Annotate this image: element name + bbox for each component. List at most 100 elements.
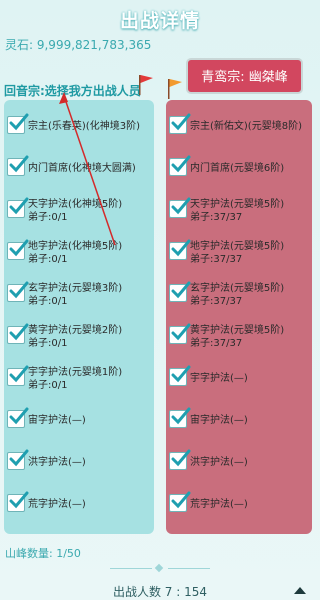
enemy-member-row[interactable]: 天字护法(元婴境5阶) 弟子:37/37 xyxy=(166,194,312,234)
enemy-member-row[interactable]: 宙字护法(—) xyxy=(166,404,312,444)
disciple-count: 弟子:0/1 xyxy=(28,380,68,391)
checkmark-icon xyxy=(171,281,191,299)
checkbox[interactable] xyxy=(169,323,191,344)
checkbox[interactable] xyxy=(7,365,29,386)
checkmark-icon xyxy=(9,365,29,383)
member-title: 宇字护法(—) xyxy=(190,373,248,384)
checkbox[interactable] xyxy=(169,239,191,260)
checkbox[interactable] xyxy=(169,491,191,512)
checkmark-icon xyxy=(9,113,29,131)
checkmark-icon xyxy=(9,323,29,341)
checkbox[interactable] xyxy=(7,113,29,134)
our-member-row-label: 天字护法(化神境5阶) 弟子:0/1 xyxy=(28,198,122,224)
checkbox[interactable] xyxy=(7,281,29,302)
enemy-member-row[interactable]: 洪字护法(—) xyxy=(166,446,312,486)
checkbox[interactable] xyxy=(7,449,29,470)
our-member-row-label: 地字护法(化神境5阶) 弟子:0/1 xyxy=(28,240,122,266)
attendee-count: 出战人数 7 : 154 xyxy=(112,585,208,599)
enemy-member-row[interactable]: 地字护法(元婴境5阶) 弟子:37/37 xyxy=(166,236,312,276)
checkbox[interactable] xyxy=(169,155,191,176)
checkbox[interactable] xyxy=(7,239,29,260)
our-member-row[interactable]: 荒字护法(—) xyxy=(4,488,154,528)
enemy-member-row-label: 地字护法(元婴境5阶) 弟子:37/37 xyxy=(190,240,284,266)
enemy-member-row[interactable]: 内门首席(元婴境6阶) xyxy=(166,152,312,192)
checkmark-icon xyxy=(171,449,191,467)
enemy-member-row[interactable]: 宇字护法(—) xyxy=(166,362,312,402)
chevron-up-icon[interactable] xyxy=(293,585,307,595)
our-member-row-label: 洪字护法(—) xyxy=(28,456,86,469)
checkmark-icon xyxy=(171,491,191,509)
member-title: 宙字护法(—) xyxy=(28,415,86,426)
our-member-row[interactable]: 洪字护法(—) xyxy=(4,446,154,486)
checkmark-icon xyxy=(171,323,191,341)
spirit-stone-balance: 灵石: 9,999,821,783,365 xyxy=(5,38,152,52)
member-title: 天字护法(化神境5阶) xyxy=(28,199,123,210)
our-member-row[interactable]: 宗主(乐春英)(化神境3阶) xyxy=(4,110,154,150)
member-title: 内门首席(元婴境6阶) xyxy=(190,163,285,174)
checkbox[interactable] xyxy=(169,449,191,470)
our-member-row-label: 黄字护法(元婴境2阶) 弟子:0/1 xyxy=(28,324,122,350)
enemy-member-row[interactable]: 宗主(新佑文)(元婴境8阶) xyxy=(166,110,312,150)
disciple-count: 弟子:37/37 xyxy=(190,212,243,223)
divider xyxy=(110,563,210,573)
checkmark-icon xyxy=(9,449,29,467)
our-member-row-label: 宇字护法(元婴境1阶) 弟子:0/1 xyxy=(28,366,122,392)
enemy-member-row-label: 洪字护法(—) xyxy=(190,456,248,469)
enemy-sect-banner: 青鸾宗: 幽桀峰 xyxy=(186,58,303,94)
enemy-member-row-label: 天字护法(元婴境5阶) 弟子:37/37 xyxy=(190,198,284,224)
checkbox[interactable] xyxy=(169,197,191,218)
checkbox[interactable] xyxy=(7,197,29,218)
member-title: 地字护法(元婴境5阶) xyxy=(190,241,285,252)
member-title: 内门首席(化神境大圆满) xyxy=(28,163,136,174)
our-member-row[interactable]: 黄字护法(元婴境2阶) 弟子:0/1 xyxy=(4,320,154,360)
enemy-member-row-label: 黄字护法(元婴境5阶) 弟子:37/37 xyxy=(190,324,284,350)
our-member-row[interactable]: 玄字护法(元婴境3阶) 弟子:0/1 xyxy=(4,278,154,318)
our-member-row[interactable]: 内门首席(化神境大圆满) xyxy=(4,152,154,192)
checkbox[interactable] xyxy=(7,491,29,512)
member-title: 黄字护法(元婴境5阶) xyxy=(190,325,285,336)
enemy-member-row[interactable]: 荒字护法(—) xyxy=(166,488,312,528)
our-member-row[interactable]: 宙字护法(—) xyxy=(4,404,154,444)
member-title: 玄字护法(元婴境5阶) xyxy=(190,283,285,294)
enemy-member-row-label: 内门首席(元婴境6阶) xyxy=(190,162,284,175)
member-title: 宙字护法(—) xyxy=(190,415,248,426)
enemy-member-row[interactable]: 玄字护法(元婴境5阶) 弟子:37/37 xyxy=(166,278,312,318)
orange-flag-icon xyxy=(168,79,182,99)
enemy-roster-panel: 宗主(新佑文)(元婴境8阶) 内门首席(元婴境6阶) 天字护法(元婴境5阶) 弟子:3… xyxy=(166,100,312,534)
checkmark-icon xyxy=(9,155,29,173)
member-title: 宗主(乐春英)(化神境3阶) xyxy=(28,121,140,132)
our-sect-label: 回音宗:选择我方出战人员 xyxy=(4,84,141,98)
our-member-row[interactable]: 地字护法(化神境5阶) 弟子:0/1 xyxy=(4,236,154,276)
checkmark-icon xyxy=(171,239,191,257)
our-member-row[interactable]: 天字护法(化神境5阶) 弟子:0/1 xyxy=(4,194,154,234)
checkbox[interactable] xyxy=(169,407,191,428)
member-title: 荒字护法(—) xyxy=(28,499,86,510)
enemy-member-row-label: 宇字护法(—) xyxy=(190,372,248,385)
enemy-member-row-label: 宗主(新佑文)(元婴境8阶) xyxy=(190,120,302,133)
checkmark-icon xyxy=(9,491,29,509)
our-member-row[interactable]: 宇字护法(元婴境1阶) 弟子:0/1 xyxy=(4,362,154,402)
disciple-count: 弟子:0/1 xyxy=(28,212,68,223)
disciple-count: 弟子:37/37 xyxy=(190,254,243,265)
checkmark-icon xyxy=(171,155,191,173)
checkbox[interactable] xyxy=(169,281,191,302)
checkbox[interactable] xyxy=(169,113,191,134)
checkbox[interactable] xyxy=(7,155,29,176)
member-title: 宗主(新佑文)(元婴境8阶) xyxy=(190,121,302,132)
member-title: 玄字护法(元婴境3阶) xyxy=(28,283,123,294)
checkbox[interactable] xyxy=(7,407,29,428)
checkmark-icon xyxy=(9,239,29,257)
checkbox[interactable] xyxy=(7,323,29,344)
our-member-row-label: 荒字护法(—) xyxy=(28,498,86,511)
our-member-row-label: 内门首席(化神境大圆满) xyxy=(28,162,136,175)
checkmark-icon xyxy=(9,281,29,299)
checkmark-icon xyxy=(9,197,29,215)
member-title: 荒字护法(—) xyxy=(190,499,248,510)
our-member-row-label: 宙字护法(—) xyxy=(28,414,86,427)
disciple-count: 弟子:37/37 xyxy=(190,338,243,349)
checkmark-icon xyxy=(171,365,191,383)
checkbox[interactable] xyxy=(169,365,191,386)
enemy-member-row-label: 玄字护法(元婴境5阶) 弟子:37/37 xyxy=(190,282,284,308)
disciple-count: 弟子:0/1 xyxy=(28,254,68,265)
enemy-member-row[interactable]: 黄字护法(元婴境5阶) 弟子:37/37 xyxy=(166,320,312,360)
